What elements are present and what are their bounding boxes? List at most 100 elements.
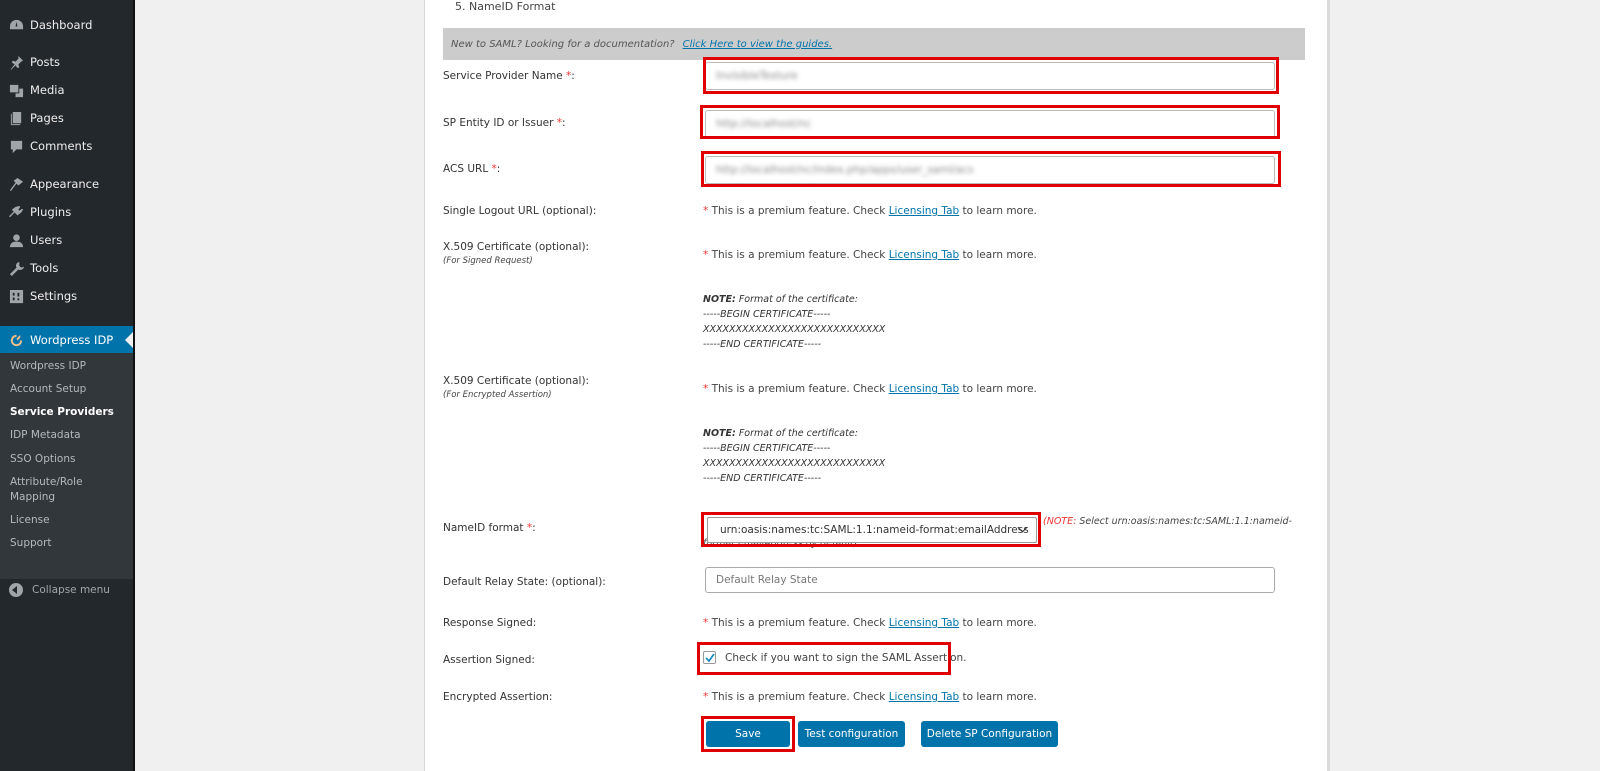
active-indicator (125, 332, 133, 348)
cert-end-line: -----END CERTIFICATE----- (703, 473, 822, 484)
premium-notice: * This is a premium feature. Check Licen… (703, 249, 1037, 261)
label-text: X.509 Certificate (optional): (443, 375, 590, 387)
certificate-format-note: NOTE: Format of the certificate: -----BE… (703, 292, 885, 352)
note-label: (NOTE: (1043, 516, 1077, 527)
premium-text: to learn more. (959, 691, 1037, 703)
sp-name-input[interactable]: InvisibleTexture (705, 62, 1275, 90)
sidebar-item-users[interactable]: Users (0, 226, 133, 254)
submenu-item-sso-options[interactable]: SSO Options (10, 452, 75, 467)
sidebar-item-appearance[interactable]: Appearance (0, 170, 133, 198)
settings-icon (8, 288, 24, 304)
sidebar-item-label: Tools (30, 261, 59, 275)
test-configuration-button[interactable]: Test configuration (798, 721, 905, 747)
cert-body-line: XXXXXXXXXXXXXXXXXXXXXXXXXXXX (703, 324, 886, 335)
cert-begin-line: -----BEGIN CERTIFICATE----- (703, 309, 831, 320)
documentation-text: New to SAML? Looking for a documentation… (451, 38, 675, 50)
relay-state-placeholder: Default Relay State (716, 574, 818, 586)
licensing-tab-link[interactable]: Licensing Tab (889, 691, 959, 703)
nameid-format-select[interactable]: urn:oasis:names:tc:SAML:1.1:nameid-forma… (707, 517, 1037, 543)
premium-text: This is a premium feature. Check (708, 383, 889, 395)
selected-value: urn:oasis:names:tc:SAML:1.1:nameid-forma… (720, 524, 1029, 536)
sidebar-item-tools[interactable]: Tools (0, 254, 133, 282)
label-text: Service Provider Name (443, 70, 567, 82)
premium-notice: * This is a premium feature. Check Licen… (703, 205, 1037, 217)
submenu-item-account-setup[interactable]: Account Setup (10, 382, 86, 397)
sidebar-submenu: Wordpress IDP Account Setup Service Prov… (0, 353, 133, 579)
sp-entity-input[interactable]: http://localhost/nc (705, 110, 1275, 138)
step-label: 5. NameID Format (455, 0, 556, 13)
plug-icon (8, 204, 24, 220)
save-button[interactable]: Save (706, 721, 790, 747)
submenu-item-service-providers[interactable]: Service Providers (10, 405, 114, 420)
collapse-menu-label: Collapse menu (32, 584, 110, 596)
collapse-menu-button[interactable]: Collapse menu (0, 576, 133, 604)
view-guides-link[interactable]: Click Here to view the guides. (683, 39, 833, 50)
submenu-item-license[interactable]: License (10, 513, 50, 528)
label-text: NameID format (443, 522, 527, 534)
licensing-tab-link[interactable]: Licensing Tab (889, 249, 959, 261)
checkmark-icon (704, 652, 715, 662)
sidebar-item-posts[interactable]: Posts (0, 48, 133, 76)
label-text: ACS URL (443, 163, 492, 175)
comment-icon (8, 138, 24, 154)
label-suffix: : (561, 117, 566, 129)
licensing-tab-link[interactable]: Licensing Tab (889, 383, 959, 395)
sidebar-item-label: Appearance (30, 177, 100, 191)
admin-sidebar: Dashboard Posts Media Pages Comments App… (0, 0, 133, 771)
sidebar-item-wordpress-idp[interactable]: Wordpress IDP (0, 326, 133, 354)
sidebar-item-settings[interactable]: Settings (0, 282, 133, 310)
premium-text: to learn more. (959, 383, 1037, 395)
delete-sp-configuration-button[interactable]: Delete SP Configuration (921, 721, 1058, 747)
sidebar-item-comments[interactable]: Comments (0, 132, 133, 160)
label-suffix: : (532, 522, 536, 534)
checkbox-label: Check if you want to sign the SAML Asser… (725, 651, 967, 664)
premium-text: This is a premium feature. Check (708, 205, 889, 217)
relay-state-label: Default Relay State: (optional): (443, 576, 606, 588)
submenu-item-support[interactable]: Support (10, 536, 52, 551)
submenu-item-wordpress-idp[interactable]: Wordpress IDP (10, 359, 86, 374)
cert-body-line: XXXXXXXXXXXXXXXXXXXXXXXXXXXX (703, 458, 886, 469)
response-signed-label: Response Signed: (443, 617, 537, 629)
sidebar-item-label: Media (30, 83, 65, 97)
relay-state-input[interactable]: Default Relay State (705, 567, 1275, 593)
premium-text: to learn more. (959, 205, 1037, 217)
sidebar-item-dashboard[interactable]: Dashboard (0, 11, 133, 39)
licensing-tab-link[interactable]: Licensing Tab (889, 617, 959, 629)
premium-notice: * This is a premium feature. Check Licen… (703, 617, 1037, 629)
acs-url-label: ACS URL *: (443, 163, 500, 175)
sidebar-item-label: Posts (30, 55, 61, 69)
slo-url-label: Single Logout URL (optional): (443, 205, 597, 217)
sidebar-item-plugins[interactable]: Plugins (0, 198, 133, 226)
label-text: X.509 Certificate (optional): (443, 241, 590, 253)
cert-end-line: -----END CERTIFICATE----- (703, 339, 822, 350)
assertion-signed-checkbox-row[interactable]: Check if you want to sign the SAML Asser… (703, 651, 967, 664)
premium-text: This is a premium feature. Check (708, 249, 889, 261)
sp-name-value: InvisibleTexture (716, 70, 798, 82)
label-text: SP Entity ID or Issuer (443, 117, 557, 129)
sidebar-item-pages[interactable]: Pages (0, 104, 133, 132)
sidebar-item-media[interactable]: Media (0, 76, 133, 104)
premium-text: This is a premium feature. Check (708, 617, 889, 629)
assertion-signed-checkbox[interactable] (703, 651, 716, 664)
nameid-format-label: NameID format *: (443, 522, 536, 534)
sp-entity-value: http://localhost/nc (716, 118, 812, 130)
assertion-signed-label: Assertion Signed: (443, 654, 535, 666)
dashboard-icon (8, 17, 24, 33)
premium-text: to learn more. (959, 617, 1037, 629)
sp-entity-label: SP Entity ID or Issuer *: (443, 117, 566, 129)
note-text: Format of the certificate: (735, 428, 858, 439)
acs-url-input[interactable]: http://localhost/nc/index.php/apps/user_… (705, 156, 1275, 184)
documentation-banner: New to SAML? Looking for a documentation… (443, 28, 1305, 60)
licensing-tab-link[interactable]: Licensing Tab (889, 205, 959, 217)
submenu-item-attribute-role-mapping[interactable]: Attribute/Role Mapping (10, 475, 83, 505)
label-suffix: : (571, 70, 575, 82)
submenu-item-idp-metadata[interactable]: IDP Metadata (10, 428, 81, 443)
sidebar-item-label: Comments (30, 139, 93, 153)
label-subtext: (For Signed Request) (443, 256, 533, 266)
note-label: NOTE: (703, 294, 736, 305)
sidebar-item-label: Pages (30, 111, 64, 125)
sidebar-item-label: Plugins (30, 205, 72, 219)
pages-icon (8, 110, 24, 126)
acs-url-value: http://localhost/nc/index.php/apps/user_… (716, 164, 974, 176)
premium-text: This is a premium feature. Check (708, 691, 889, 703)
